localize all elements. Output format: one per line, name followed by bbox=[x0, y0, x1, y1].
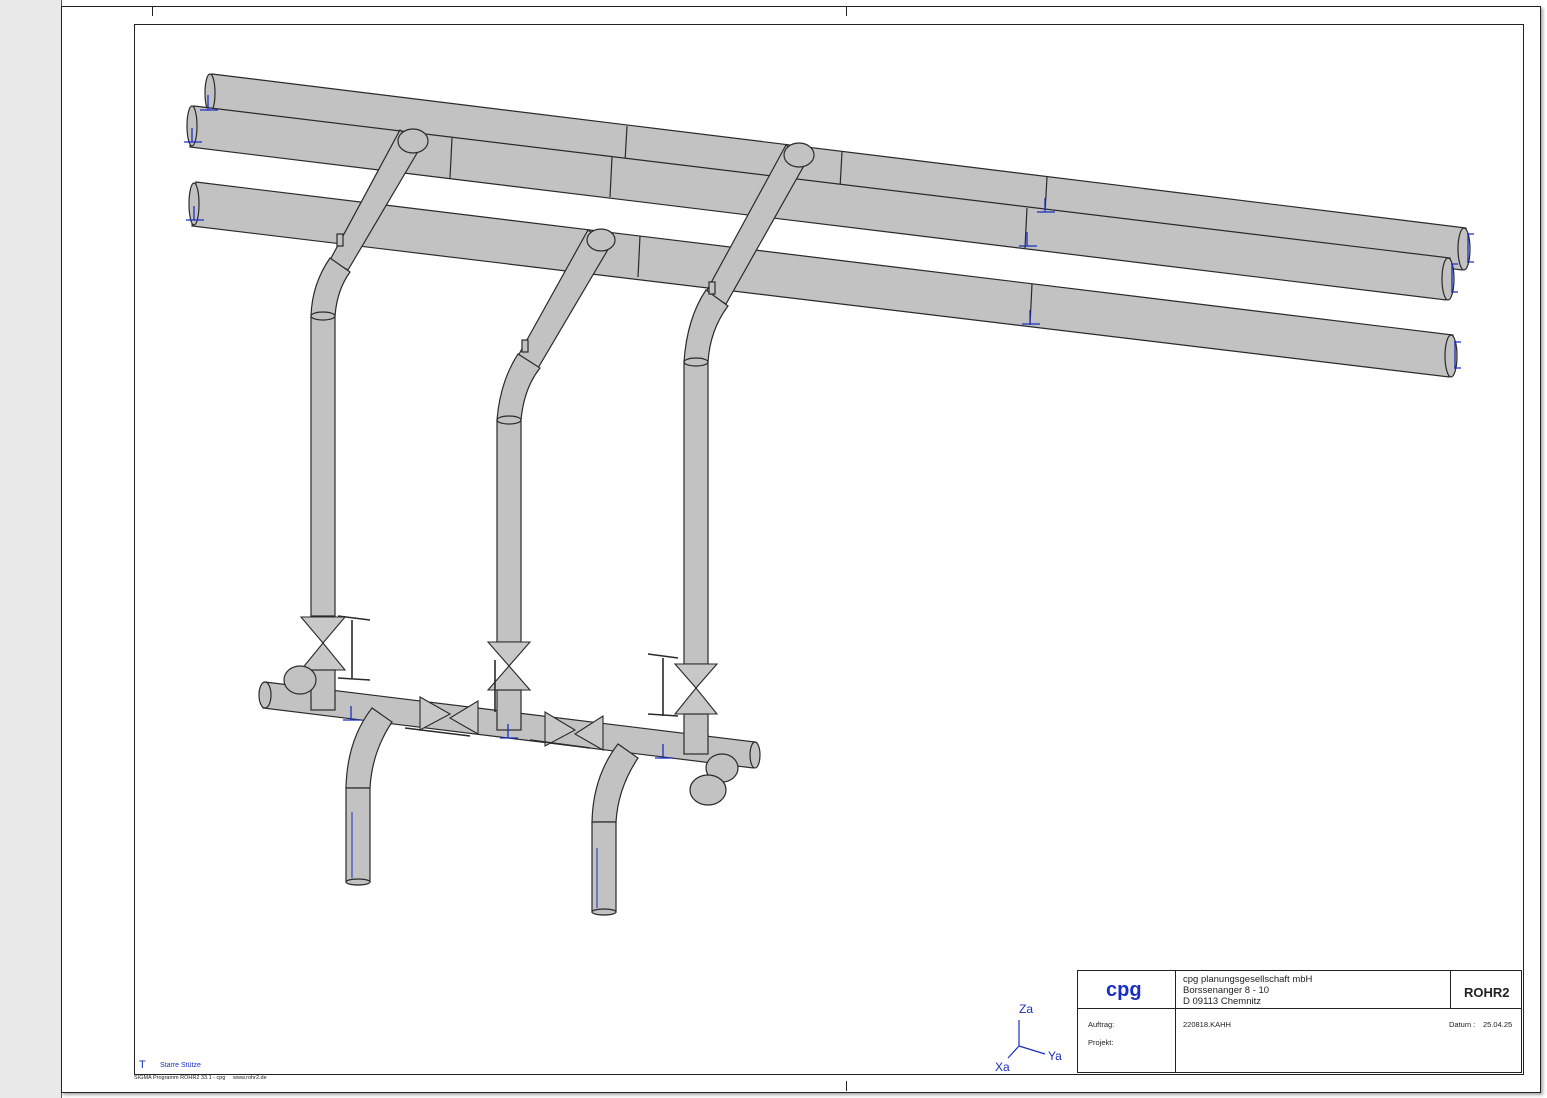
axis-y-label: Ya bbox=[1048, 1049, 1062, 1063]
axis-z-label: Za bbox=[1019, 1002, 1033, 1016]
datum-label: Datum : bbox=[1449, 1020, 1476, 1029]
title-block-divider-h bbox=[1078, 1008, 1521, 1009]
down-leg-markers bbox=[351, 812, 598, 908]
footer-website: www.rohr2.de bbox=[233, 1075, 267, 1081]
auftrag-label: Auftrag: bbox=[1088, 1020, 1115, 1029]
company-logo: cpg bbox=[1106, 979, 1142, 1001]
axis-x-label: Xa bbox=[995, 1060, 1010, 1074]
piping-isometric: Za Xa Ya bbox=[184, 73, 1474, 1074]
down-leg-left bbox=[345, 707, 393, 886]
legend-support-symbol: T bbox=[139, 1059, 146, 1071]
footer-program: SIGMA Programm ROHR2 33.1 - cpg bbox=[134, 1075, 226, 1081]
title-block: cpg cpg planungsgesellschaft mbH Borssen… bbox=[1077, 970, 1522, 1073]
company-name: cpg planungsgesellschaft mbH bbox=[1183, 974, 1313, 985]
company-street: Borssenanger 8 - 10 bbox=[1183, 985, 1270, 996]
datum-value: 25.04.25 bbox=[1483, 1020, 1513, 1029]
title-block-divider-v2 bbox=[1450, 971, 1451, 1009]
company-city: D 09113 Chemnitz bbox=[1183, 996, 1261, 1007]
program-badge: ROHR2 bbox=[1464, 985, 1510, 1000]
down-leg-right bbox=[591, 743, 639, 916]
branch-middle bbox=[496, 228, 616, 643]
footer-note: SIGMA Programm ROHR2 33.1 - cpg www.rohr… bbox=[134, 1075, 267, 1081]
auftrag-value: 220818.KAHH bbox=[1183, 1020, 1231, 1029]
drawing-window: Za Xa Ya cpg cpg planungsgesellschaft mb… bbox=[0, 0, 1547, 1098]
legend-support-label: Starre Stütze bbox=[160, 1062, 201, 1069]
projekt-label: Projekt: bbox=[1088, 1038, 1114, 1047]
axis-triad bbox=[1007, 1020, 1046, 1059]
title-block-divider-v1 bbox=[1175, 971, 1176, 1072]
